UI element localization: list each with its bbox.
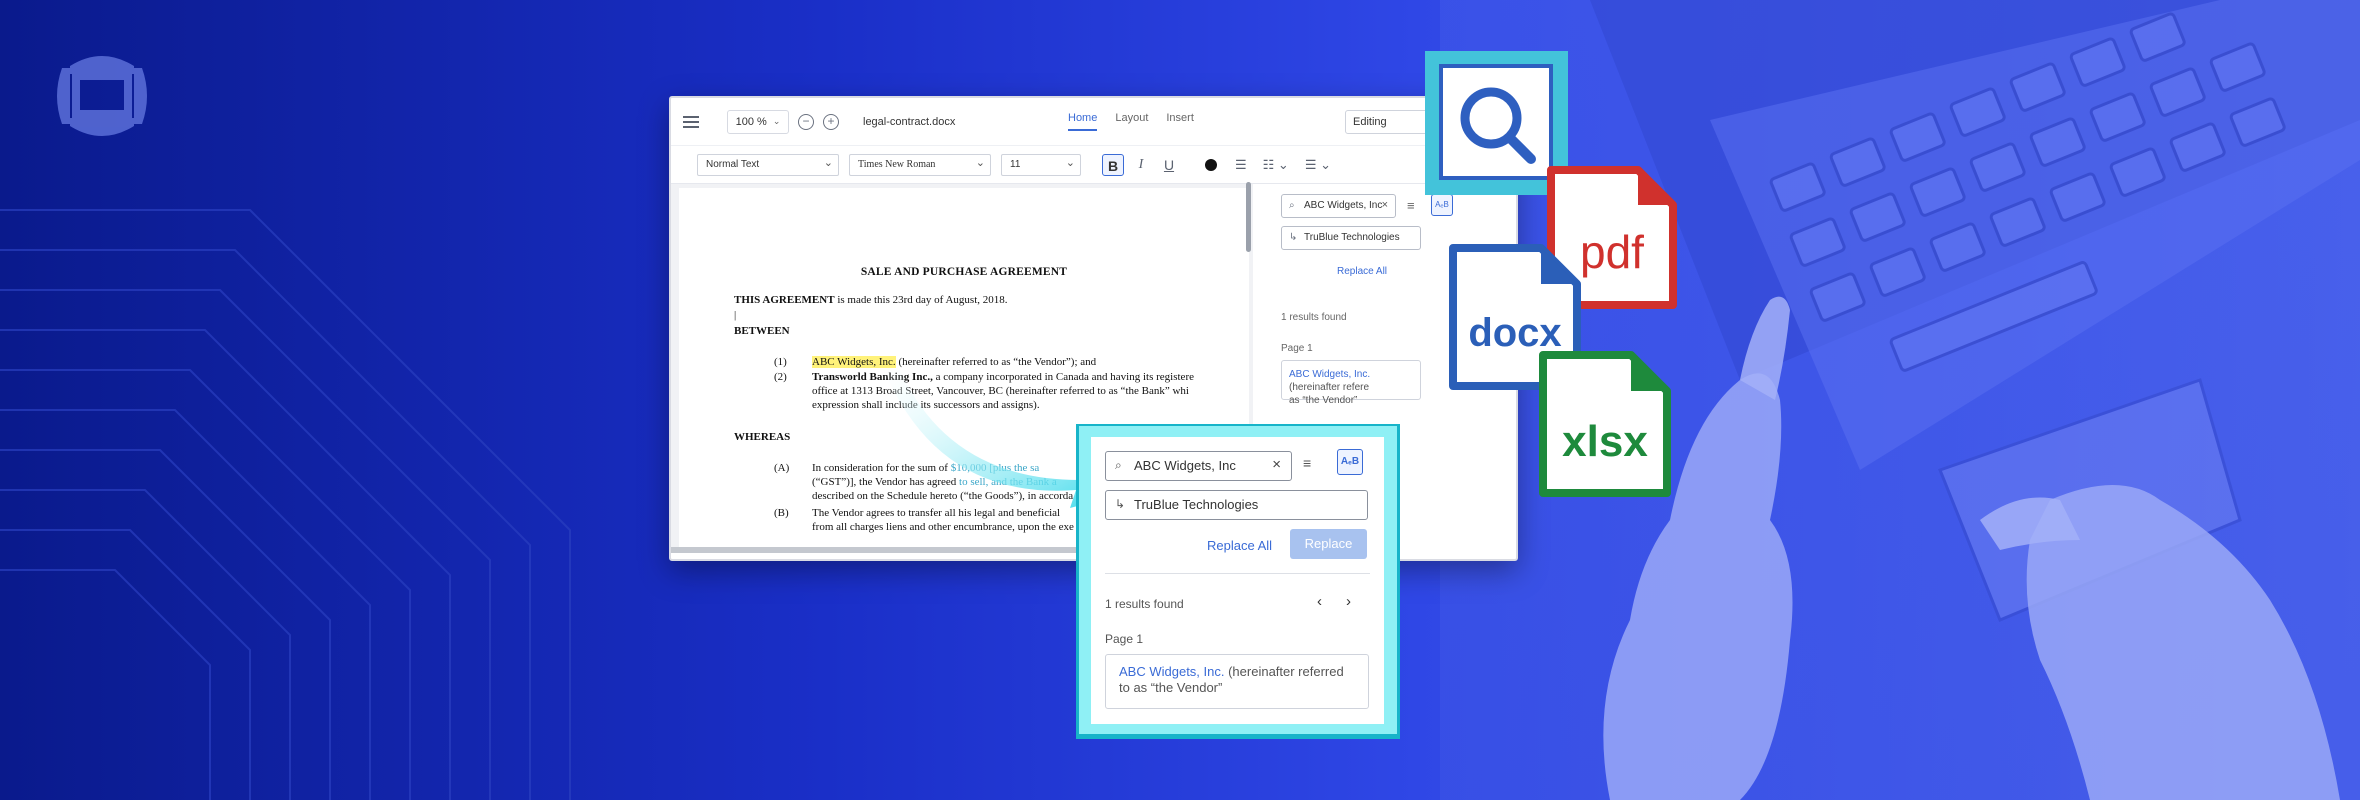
find-replace-panel: ⌕ ABC Widgets, Inc × ≡ AₑB ↳ TruBlue Tec…	[1091, 437, 1384, 724]
numbered-list-icon[interactable]: ☰ ⌄	[1305, 157, 1331, 173]
doc-whereas: WHEREAS	[734, 431, 791, 443]
search-tile	[1439, 64, 1553, 180]
ribbon-tabs: Home Layout Insert	[1068, 112, 1194, 131]
replace-input-small[interactable]: ↳ TruBlue Technologies	[1281, 226, 1421, 250]
tab-layout[interactable]: Layout	[1115, 112, 1148, 131]
result-match: ABC Widgets, Inc.	[1119, 664, 1225, 679]
chevron-down-icon: ⌄	[772, 116, 781, 126]
doc-item2-num: (2)	[774, 371, 787, 383]
italic-button[interactable]: I	[1130, 154, 1152, 176]
result-rest-small: (hereinafter refere	[1289, 382, 1370, 393]
doc-title: SALE AND PURCHASE AGREEMENT	[860, 266, 1068, 278]
tab-insert[interactable]: Insert	[1166, 112, 1194, 131]
pdf-label: pdf	[1580, 226, 1644, 278]
text-cursor: |	[734, 309, 737, 321]
xlsx-file-icon: xlsx	[1539, 351, 1671, 497]
match-case-icon[interactable]: AₑB	[1337, 449, 1363, 475]
zoom-out-icon[interactable]: −	[798, 113, 814, 130]
replace-input[interactable]: ↳ TruBlue Technologies	[1105, 490, 1368, 520]
find-input-small[interactable]: ⌕ ABC Widgets, Inc ×	[1281, 194, 1396, 218]
formatting-toolbar: Normal Text Times New Roman 11 B I U ☰ ☷…	[671, 146, 1516, 184]
xlsx-label: xlsx	[1562, 417, 1648, 466]
filter-icon[interactable]: ≡	[1303, 455, 1311, 471]
result-match-small: ABC Widgets, Inc.	[1289, 369, 1371, 380]
search-icon: ⌕	[1289, 200, 1295, 211]
search-icon: ⌕	[1115, 458, 1122, 472]
bullet-list-icon[interactable]: ☷ ⌄	[1263, 157, 1289, 173]
doc-itemB-num: (B)	[774, 507, 789, 519]
style-dropdown[interactable]: Normal Text	[697, 153, 839, 176]
results-count-small: 1 results found	[1281, 312, 1347, 323]
clear-icon[interactable]: ×	[1382, 199, 1388, 211]
page-label: Page 1	[1105, 632, 1144, 646]
doc-agreement-bold: THIS AGREEMENT	[734, 294, 835, 306]
zoom-value: 100 %	[735, 115, 767, 128]
replace-all-button[interactable]: Replace All	[1207, 538, 1272, 553]
page-label-small: Page 1	[1281, 343, 1313, 354]
docx-label: docx	[1468, 311, 1561, 355]
bold-button[interactable]: B	[1102, 153, 1124, 176]
clear-icon[interactable]: ×	[1272, 456, 1281, 473]
find-input-value: ABC Widgets, Inc	[1134, 458, 1236, 473]
replace-icon: ↳	[1289, 232, 1298, 243]
tab-home[interactable]: Home	[1068, 112, 1098, 131]
magnifier-icon	[1460, 87, 1536, 164]
text-color-button[interactable]	[1205, 158, 1217, 171]
menu-icon[interactable]	[683, 115, 699, 128]
document-filename: legal-contract.docx	[863, 115, 956, 128]
font-dropdown[interactable]: Times New Roman	[849, 153, 991, 176]
zoom-select[interactable]: 100 % ⌄	[727, 109, 789, 134]
divider	[1105, 573, 1370, 574]
replace-button[interactable]: Replace	[1290, 529, 1367, 559]
doc-agreement-rest: is made this 23rd day of August, 2018.	[834, 294, 1008, 306]
replace-icon: ↳	[1115, 497, 1126, 511]
zoom-in-icon[interactable]: +	[823, 113, 839, 130]
results-count: 1 results found	[1105, 597, 1184, 611]
replace-all-link-small[interactable]: Replace All	[1337, 266, 1387, 277]
find-input-small-value: ABC Widgets, Inc	[1304, 200, 1383, 211]
replace-input-small-value: TruBlue Technologies	[1304, 232, 1400, 243]
chevron-right-icon[interactable]: ›	[1346, 593, 1351, 610]
doc-itemA-num: (A)	[774, 462, 790, 474]
font-size-dropdown[interactable]: 11	[1001, 153, 1081, 176]
doc-item1-num: (1)	[774, 356, 787, 368]
doc-between: BETWEEN	[734, 325, 790, 337]
doc-itemB-line2: from all charges liens and other encumbr…	[812, 521, 1074, 533]
vertical-scrollbar[interactable]	[1246, 182, 1251, 252]
underline-button[interactable]: U	[1158, 154, 1180, 176]
find-input[interactable]: ⌕ ABC Widgets, Inc ×	[1105, 451, 1292, 481]
result-item-small[interactable]: ABC Widgets, Inc. (hereinafter refere as…	[1281, 360, 1421, 406]
doc-agreement-line: THIS AGREEMENT is made this 23rd day of …	[734, 294, 1008, 306]
line-spacing-icon[interactable]: ☰	[1235, 157, 1247, 173]
result-item[interactable]: ABC Widgets, Inc. (hereinafter referred …	[1105, 654, 1369, 709]
match-case-icon[interactable]: AₑB	[1431, 194, 1453, 216]
filter-icon[interactable]: ≡	[1407, 198, 1415, 213]
result-line2-small: as “the Vendor”	[1289, 395, 1358, 406]
replace-input-value: TruBlue Technologies	[1134, 497, 1259, 512]
brand-logo	[57, 56, 147, 136]
chevron-left-icon[interactable]: ‹	[1317, 593, 1322, 610]
